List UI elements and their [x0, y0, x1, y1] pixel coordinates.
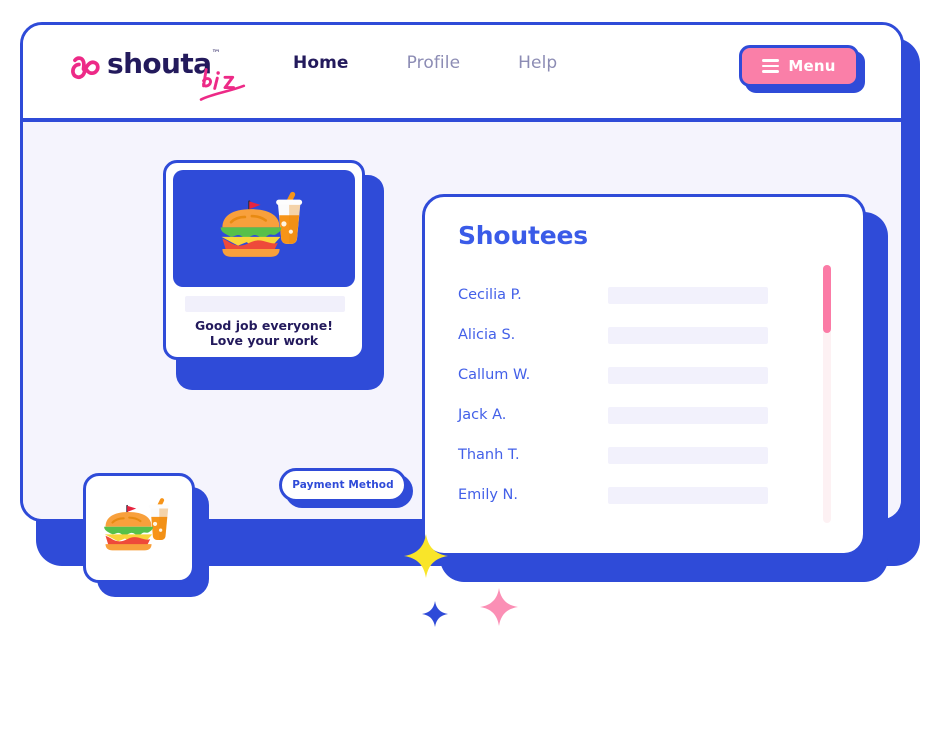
shoutees-title: Shoutees — [458, 221, 588, 250]
shoutee-name: Thanh T. — [458, 447, 520, 463]
shoutee-placeholder-bar — [608, 406, 768, 424]
shoutee-placeholder-bar — [608, 486, 768, 504]
trademark-symbol: ™ — [211, 49, 221, 59]
shoutee-name: Cecilia P. — [458, 287, 522, 303]
shoutee-placeholder-bar — [608, 446, 768, 464]
list-item[interactable]: Thanh T. — [458, 435, 839, 475]
shoutees-list: Cecilia P. Alicia S. Callum W. Jack A. T… — [458, 275, 839, 515]
sparkle-pink-icon — [480, 588, 518, 626]
shout-card-placeholder-bar — [185, 296, 345, 312]
shoutee-name: Alicia S. — [458, 327, 516, 343]
main-navigation: Home Profile Help — [293, 53, 557, 73]
shoutees-scrollbar-thumb[interactable] — [823, 265, 831, 333]
logo-wordmark: shouta — [107, 47, 212, 80]
sparkle-yellow-icon — [404, 534, 448, 578]
list-item[interactable]: Jack A. — [458, 395, 839, 435]
menu-button-wrapper: Menu — [739, 45, 865, 93]
list-item[interactable]: Cecilia P. — [458, 275, 839, 315]
shoutees-panel: Shoutees Cecilia P. Alicia S. Callum W. … — [422, 194, 866, 556]
sandwich-and-drink-icon — [212, 189, 316, 269]
shoutee-placeholder-bar — [608, 326, 768, 344]
shout-card[interactable]: Good job everyone! Love your work — [163, 160, 365, 360]
screenshot-stage: shouta ™ Home Profile Help Menu Good job… — [0, 0, 950, 740]
payment-method-button[interactable]: Payment Method — [279, 468, 407, 502]
menu-button[interactable]: Menu — [739, 45, 859, 87]
shout-card-message-line1: Good job everyone! — [195, 318, 333, 333]
heart-squiggle-icon — [71, 53, 101, 83]
shout-card-message: Good job everyone! Love your work — [166, 318, 362, 348]
sandwich-and-drink-icon — [97, 496, 181, 561]
nav-link-home[interactable]: Home — [293, 53, 349, 73]
brand-logo[interactable]: shouta ™ — [71, 47, 246, 101]
shout-card-message-line2: Love your work — [209, 333, 319, 348]
nav-link-profile[interactable]: Profile — [407, 53, 461, 73]
list-item[interactable]: Alicia S. — [458, 315, 839, 355]
shoutee-placeholder-bar — [608, 286, 768, 304]
shoutee-name: Callum W. — [458, 367, 531, 383]
shout-card-hero — [173, 170, 355, 287]
list-item[interactable]: Callum W. — [458, 355, 839, 395]
app-header: shouta ™ Home Profile Help Menu — [23, 25, 901, 122]
shoutee-placeholder-bar — [608, 366, 768, 384]
hamburger-icon — [762, 59, 780, 73]
payment-method-label: Payment Method — [292, 479, 394, 491]
sparkle-blue-icon — [422, 601, 448, 627]
shoutees-scrollbar[interactable] — [823, 265, 831, 523]
payment-method-wrapper: Payment Method — [279, 468, 413, 508]
shoutee-name: Emily N. — [458, 487, 518, 503]
shoutee-name: Jack A. — [458, 407, 507, 423]
nav-link-help[interactable]: Help — [518, 53, 557, 73]
logo-biz-script — [199, 67, 251, 103]
menu-button-label: Menu — [788, 57, 836, 75]
list-item[interactable]: Emily N. — [458, 475, 839, 515]
floating-food-card[interactable] — [83, 473, 195, 583]
